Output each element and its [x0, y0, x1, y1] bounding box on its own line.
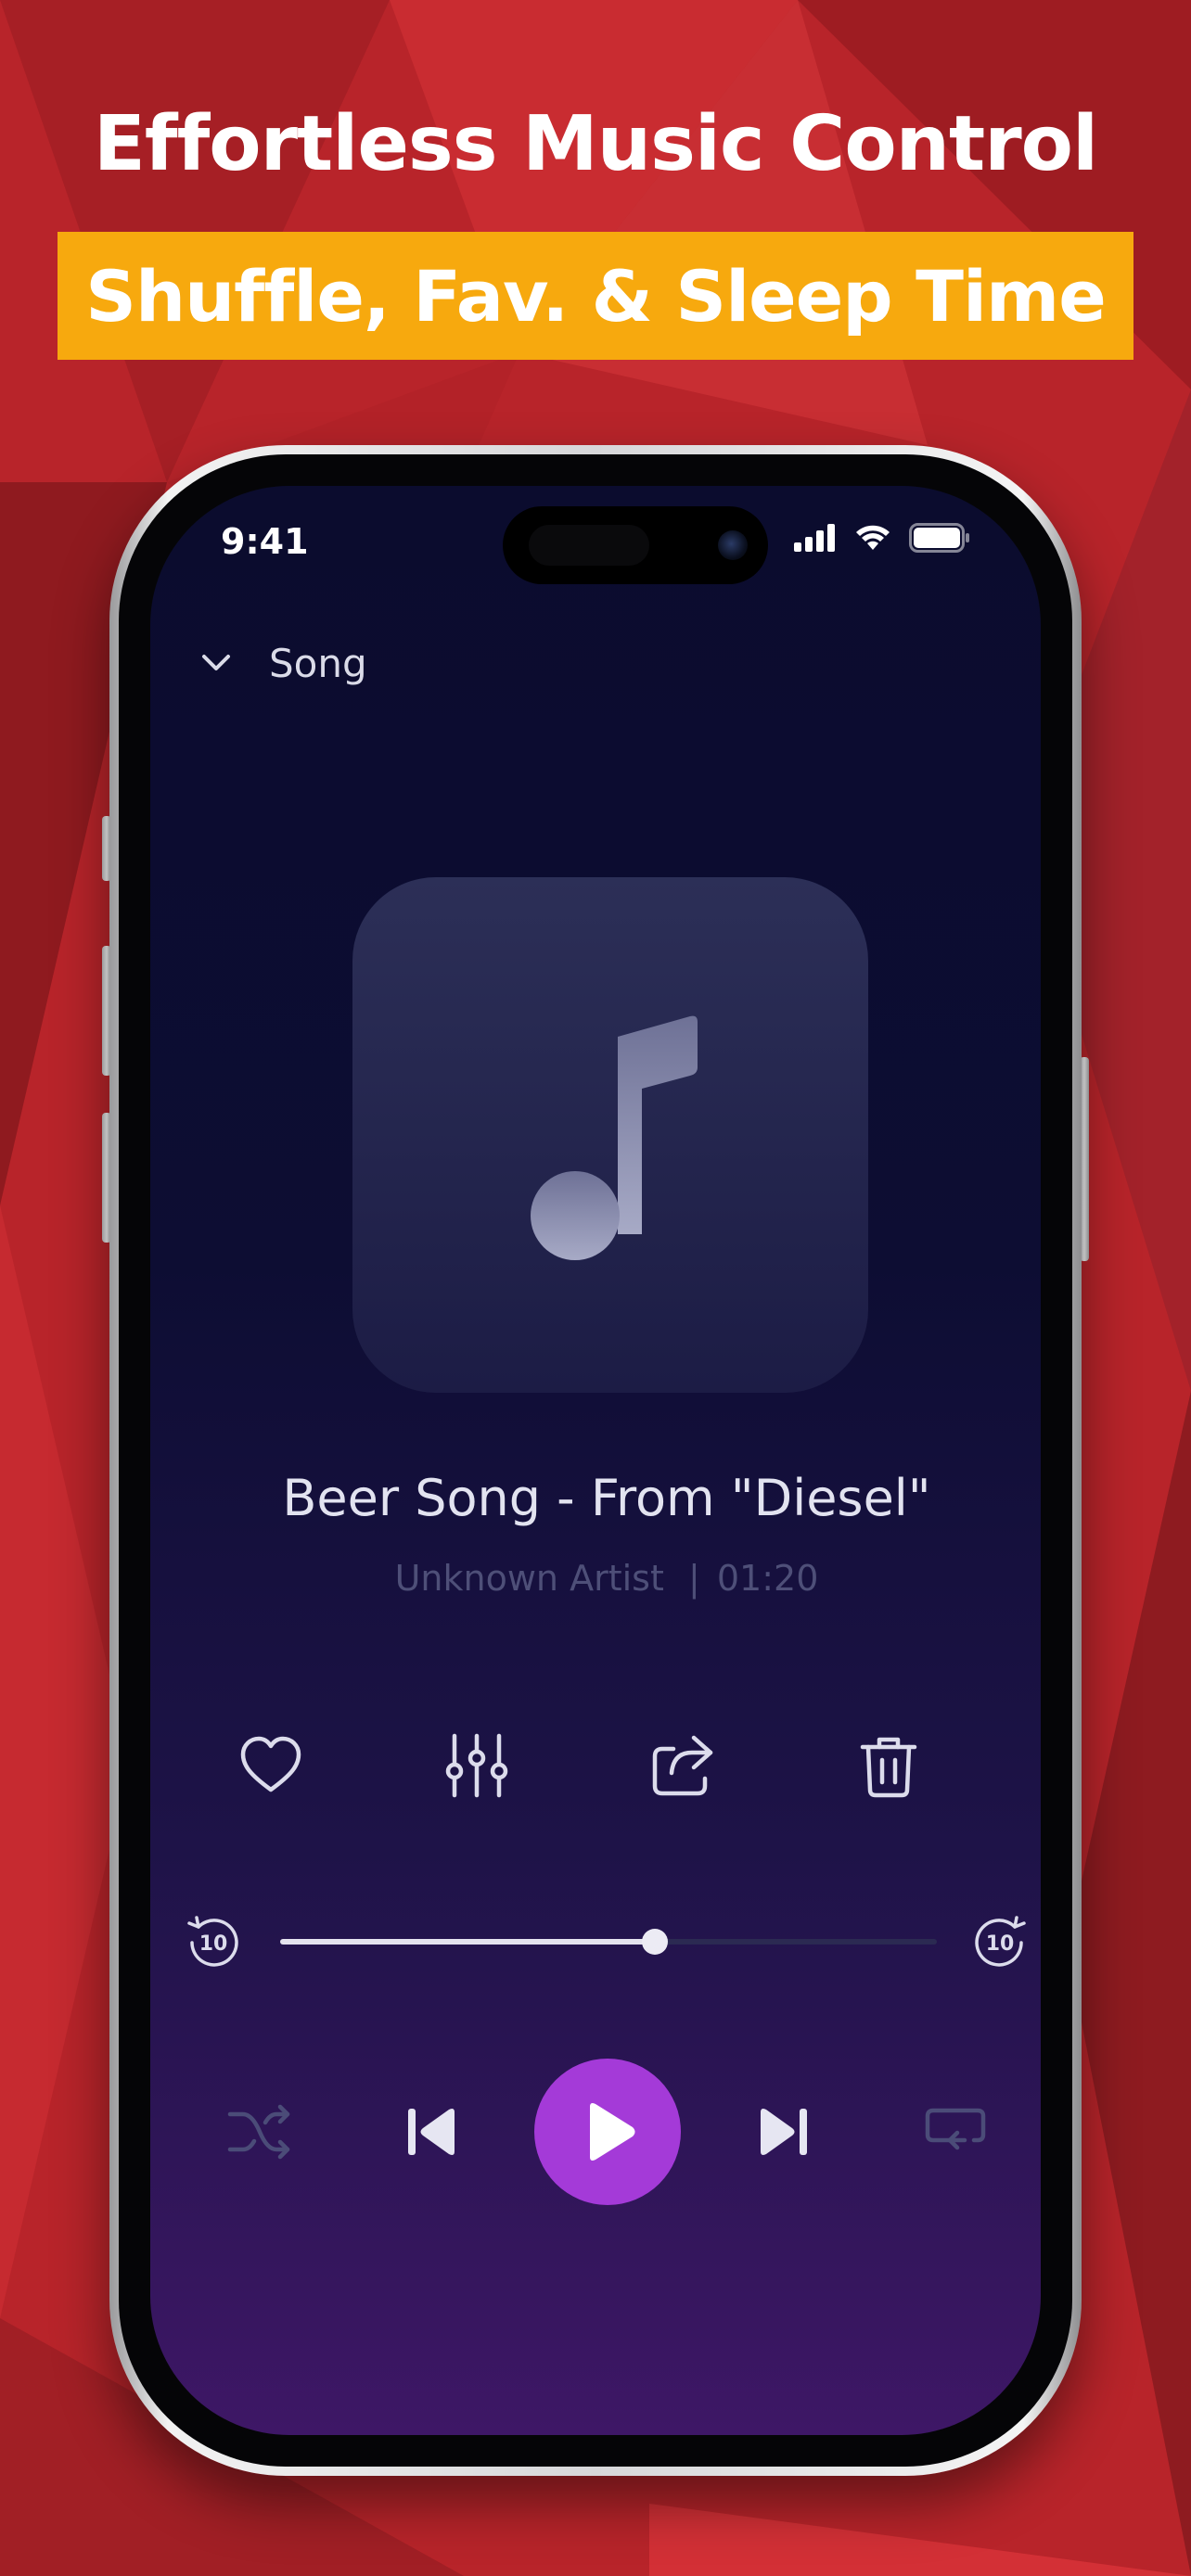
- player-screen: 9:41 Song Beer Song - From "Diesel" Unkn…: [150, 486, 1041, 2435]
- dynamic-island: [503, 506, 768, 584]
- camera-lens: [718, 530, 748, 560]
- forward-10-icon[interactable]: 10: [970, 1912, 1030, 1971]
- forward-seconds: 10: [986, 1932, 1015, 1956]
- equalizer-icon[interactable]: [440, 1728, 514, 1803]
- artist-name: Unknown Artist: [394, 1558, 664, 1599]
- repeat-icon[interactable]: [920, 2099, 991, 2164]
- playback-controls: [150, 2053, 1041, 2211]
- cellular-signal-icon: [794, 524, 835, 552]
- chevron-down-icon[interactable]: [193, 640, 239, 686]
- song-duration: 01:20: [716, 1558, 819, 1599]
- page-title: Song: [269, 640, 367, 686]
- heart-icon[interactable]: [234, 1728, 308, 1803]
- phone-bezel: 9:41 Song Beer Song - From "Diesel" Unkn…: [119, 454, 1072, 2467]
- song-meta: Unknown Artist | 01:20: [150, 1558, 1041, 1599]
- promo-ribbon-text: Shuffle, Fav. & Sleep Time: [85, 254, 1107, 338]
- status-icons: [794, 523, 970, 553]
- rewind-seconds: 10: [199, 1932, 228, 1956]
- meta-separator: |: [687, 1558, 700, 1599]
- rewind-10-icon[interactable]: 10: [184, 1912, 243, 1971]
- play-button[interactable]: [534, 2059, 681, 2205]
- progress-knob[interactable]: [641, 1929, 668, 1955]
- promo-headline: Effortless Music Control: [93, 100, 1098, 188]
- music-note-icon: [531, 1015, 698, 1260]
- status-time: 9:41: [221, 521, 309, 562]
- progress-row: 10 10: [150, 1905, 1041, 1979]
- share-icon[interactable]: [646, 1728, 720, 1803]
- play-icon: [590, 2103, 635, 2161]
- battery-icon: [909, 523, 969, 553]
- previous-icon[interactable]: [401, 2101, 462, 2162]
- island-sensor: [529, 525, 649, 566]
- promo-ribbon: Shuffle, Fav. & Sleep Time: [58, 232, 1133, 360]
- wifi-icon: [856, 525, 890, 550]
- phone-frame: 9:41 Song Beer Song - From "Diesel" Unkn…: [109, 445, 1082, 2476]
- next-icon[interactable]: [753, 2101, 814, 2162]
- progress-slider[interactable]: [280, 1929, 937, 1955]
- progress-fill: [280, 1939, 655, 1945]
- trash-icon[interactable]: [852, 1728, 926, 1803]
- album-artwork: [352, 877, 868, 1393]
- shuffle-icon[interactable]: [224, 2099, 295, 2164]
- nav-bar: Song: [193, 640, 367, 686]
- song-title: Beer Song - From "Diesel": [282, 1469, 931, 1527]
